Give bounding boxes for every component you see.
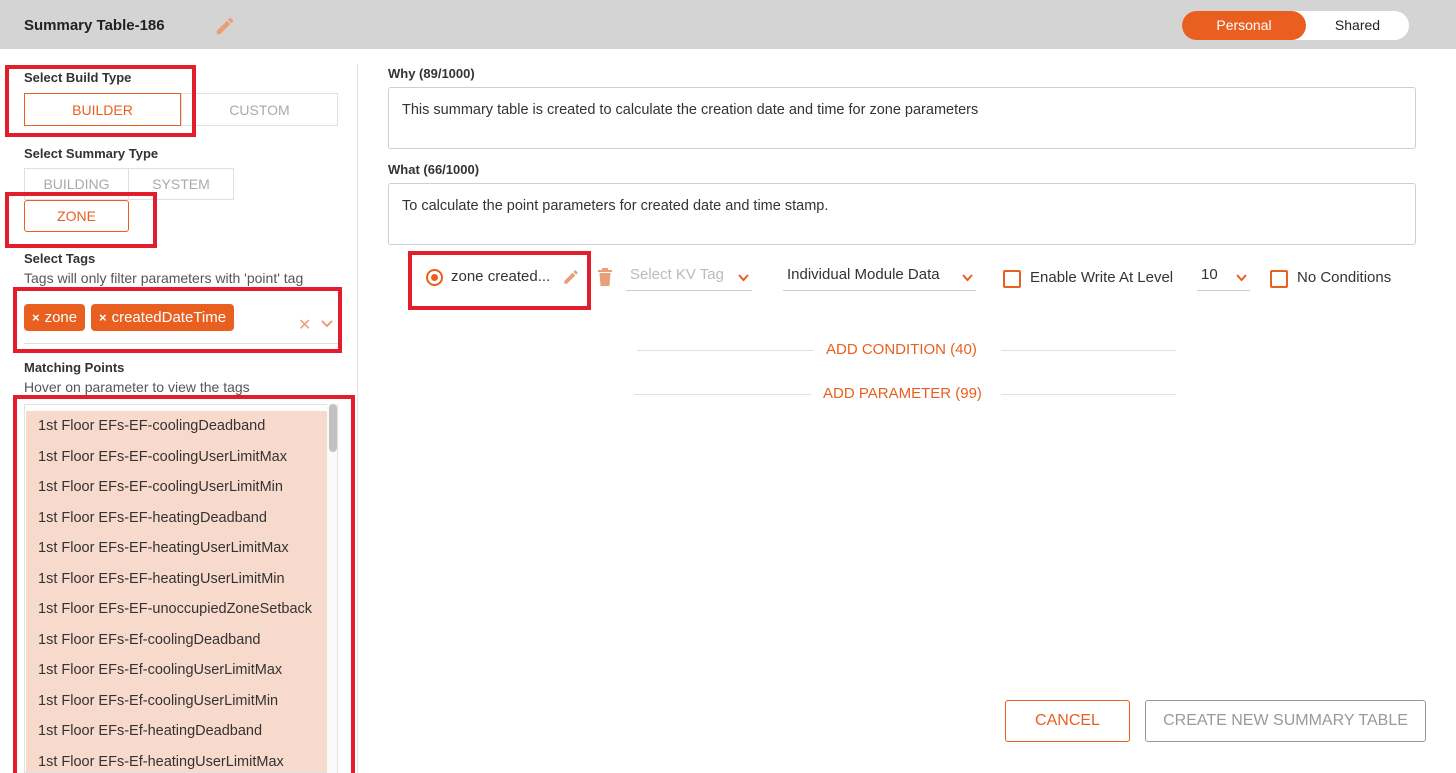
panel-divider xyxy=(357,64,358,773)
summary-type-system-button[interactable]: SYSTEM xyxy=(128,168,234,200)
enable-write-label: Enable Write At Level xyxy=(1030,269,1174,286)
write-level-select[interactable]: 10 xyxy=(1197,265,1250,291)
tag-chip-label: zone xyxy=(44,309,78,326)
list-item[interactable]: 1st Floor EFs-Ef-coolingUserLimitMin xyxy=(26,685,328,716)
write-level-value: 10 xyxy=(1201,266,1218,283)
list-item[interactable]: 1st Floor EFs-Ef-heatingDeadband xyxy=(26,716,328,747)
build-type-custom-button[interactable]: CUSTOM xyxy=(181,93,338,126)
chevron-down-icon[interactable] xyxy=(320,318,334,330)
tag-chip-createddatetime[interactable]: × createdDateTime xyxy=(91,304,235,331)
add-condition-link[interactable]: ADD CONDITION (40) xyxy=(826,341,977,358)
pencil-icon[interactable] xyxy=(562,268,580,286)
summary-type-zone-button[interactable]: ZONE xyxy=(24,200,129,232)
list-item[interactable]: 1st Floor EFs-Ef-coolingDeadband xyxy=(26,624,328,655)
no-conditions-checkbox[interactable] xyxy=(1270,270,1288,288)
radio-selected-icon[interactable] xyxy=(426,269,443,286)
clear-tags-icon[interactable]: ✕ xyxy=(298,315,311,335)
why-textarea[interactable]: This summary table is created to calcula… xyxy=(388,87,1416,149)
close-icon[interactable]: × xyxy=(32,310,40,325)
tags-select[interactable]: × zone × createdDateTime xyxy=(24,302,338,344)
what-textarea[interactable]: To calculate the point parameters for cr… xyxy=(388,183,1416,245)
data-mode-select[interactable]: Individual Module Data xyxy=(783,265,976,291)
what-label: What (66/1000) xyxy=(388,162,480,177)
list-item[interactable]: 1st Floor EFs-EF-heatingUserLimitMax xyxy=(26,533,328,564)
enable-write-checkbox[interactable] xyxy=(1003,270,1021,288)
close-icon[interactable]: × xyxy=(99,310,107,325)
tag-chip-zone[interactable]: × zone xyxy=(24,304,86,331)
chevron-down-icon xyxy=(962,274,973,282)
why-label: Why (89/1000) xyxy=(388,66,475,81)
list-item[interactable]: 1st Floor EFs-EF-coolingDeadband xyxy=(26,411,328,442)
divider xyxy=(1001,394,1176,395)
cancel-button[interactable]: CANCEL xyxy=(1005,700,1130,742)
list-item[interactable]: 1st Floor EFs-EF-heatingUserLimitMin xyxy=(26,563,328,594)
build-type-label: Select Build Type xyxy=(24,70,132,85)
matching-points-label: Matching Points xyxy=(24,360,125,375)
list-item[interactable]: 1st Floor EFs-EF-coolingUserLimitMin xyxy=(26,472,328,503)
divider xyxy=(637,350,814,351)
list-item[interactable]: 1st Floor EFs-EF-heatingDeadband xyxy=(26,502,328,533)
tag-chip-label: createdDateTime xyxy=(111,309,227,326)
personal-shared-toggle: Personal Shared xyxy=(1182,11,1409,40)
list-item[interactable]: 1st Floor EFs-EF-coolingUserLimitMax xyxy=(26,441,328,472)
tags-hint: Tags will only filter parameters with 'p… xyxy=(24,270,304,286)
chevron-down-icon xyxy=(738,274,749,282)
kv-tag-select[interactable]: Select KV Tag xyxy=(626,265,752,291)
data-mode-value: Individual Module Data xyxy=(787,266,940,283)
list-item[interactable]: 1st Floor EFs-Ef-coolingUserLimitMax xyxy=(26,655,328,686)
divider xyxy=(634,394,811,395)
toggle-personal[interactable]: Personal xyxy=(1182,11,1306,40)
tags-label: Select Tags xyxy=(24,251,96,266)
add-parameter-link[interactable]: ADD PARAMETER (99) xyxy=(823,385,982,402)
build-type-builder-button[interactable]: BUILDER xyxy=(24,93,181,126)
header-bar: Summary Table-186 Personal Shared xyxy=(0,0,1456,49)
create-summary-table-button[interactable]: CREATE NEW SUMMARY TABLE xyxy=(1145,700,1426,742)
summary-type-building-button[interactable]: BUILDING xyxy=(24,168,129,200)
scrollbar-track[interactable] xyxy=(327,404,337,773)
pencil-icon[interactable] xyxy=(214,15,236,37)
toggle-shared[interactable]: Shared xyxy=(1306,11,1409,40)
divider xyxy=(1001,350,1176,351)
no-conditions-label: No Conditions xyxy=(1297,269,1392,286)
page-title: Summary Table-186 xyxy=(24,17,165,34)
trash-icon[interactable] xyxy=(597,268,613,286)
summary-type-label: Select Summary Type xyxy=(24,146,159,161)
kv-tag-placeholder: Select KV Tag xyxy=(630,266,724,283)
parameter-name: zone created... xyxy=(451,268,551,285)
matching-points-hint: Hover on parameter to view the tags xyxy=(24,379,250,395)
chevron-down-icon xyxy=(1236,274,1247,282)
scrollbar-thumb[interactable] xyxy=(329,404,337,452)
list-item[interactable]: 1st Floor EFs-Ef-heatingUserLimitMax xyxy=(26,746,328,772)
matching-points-list[interactable]: 1st Floor EFs-EF-coolingDeadband 1st Flo… xyxy=(24,404,338,773)
list-item[interactable]: 1st Floor EFs-EF-unoccupiedZoneSetback xyxy=(26,594,328,625)
